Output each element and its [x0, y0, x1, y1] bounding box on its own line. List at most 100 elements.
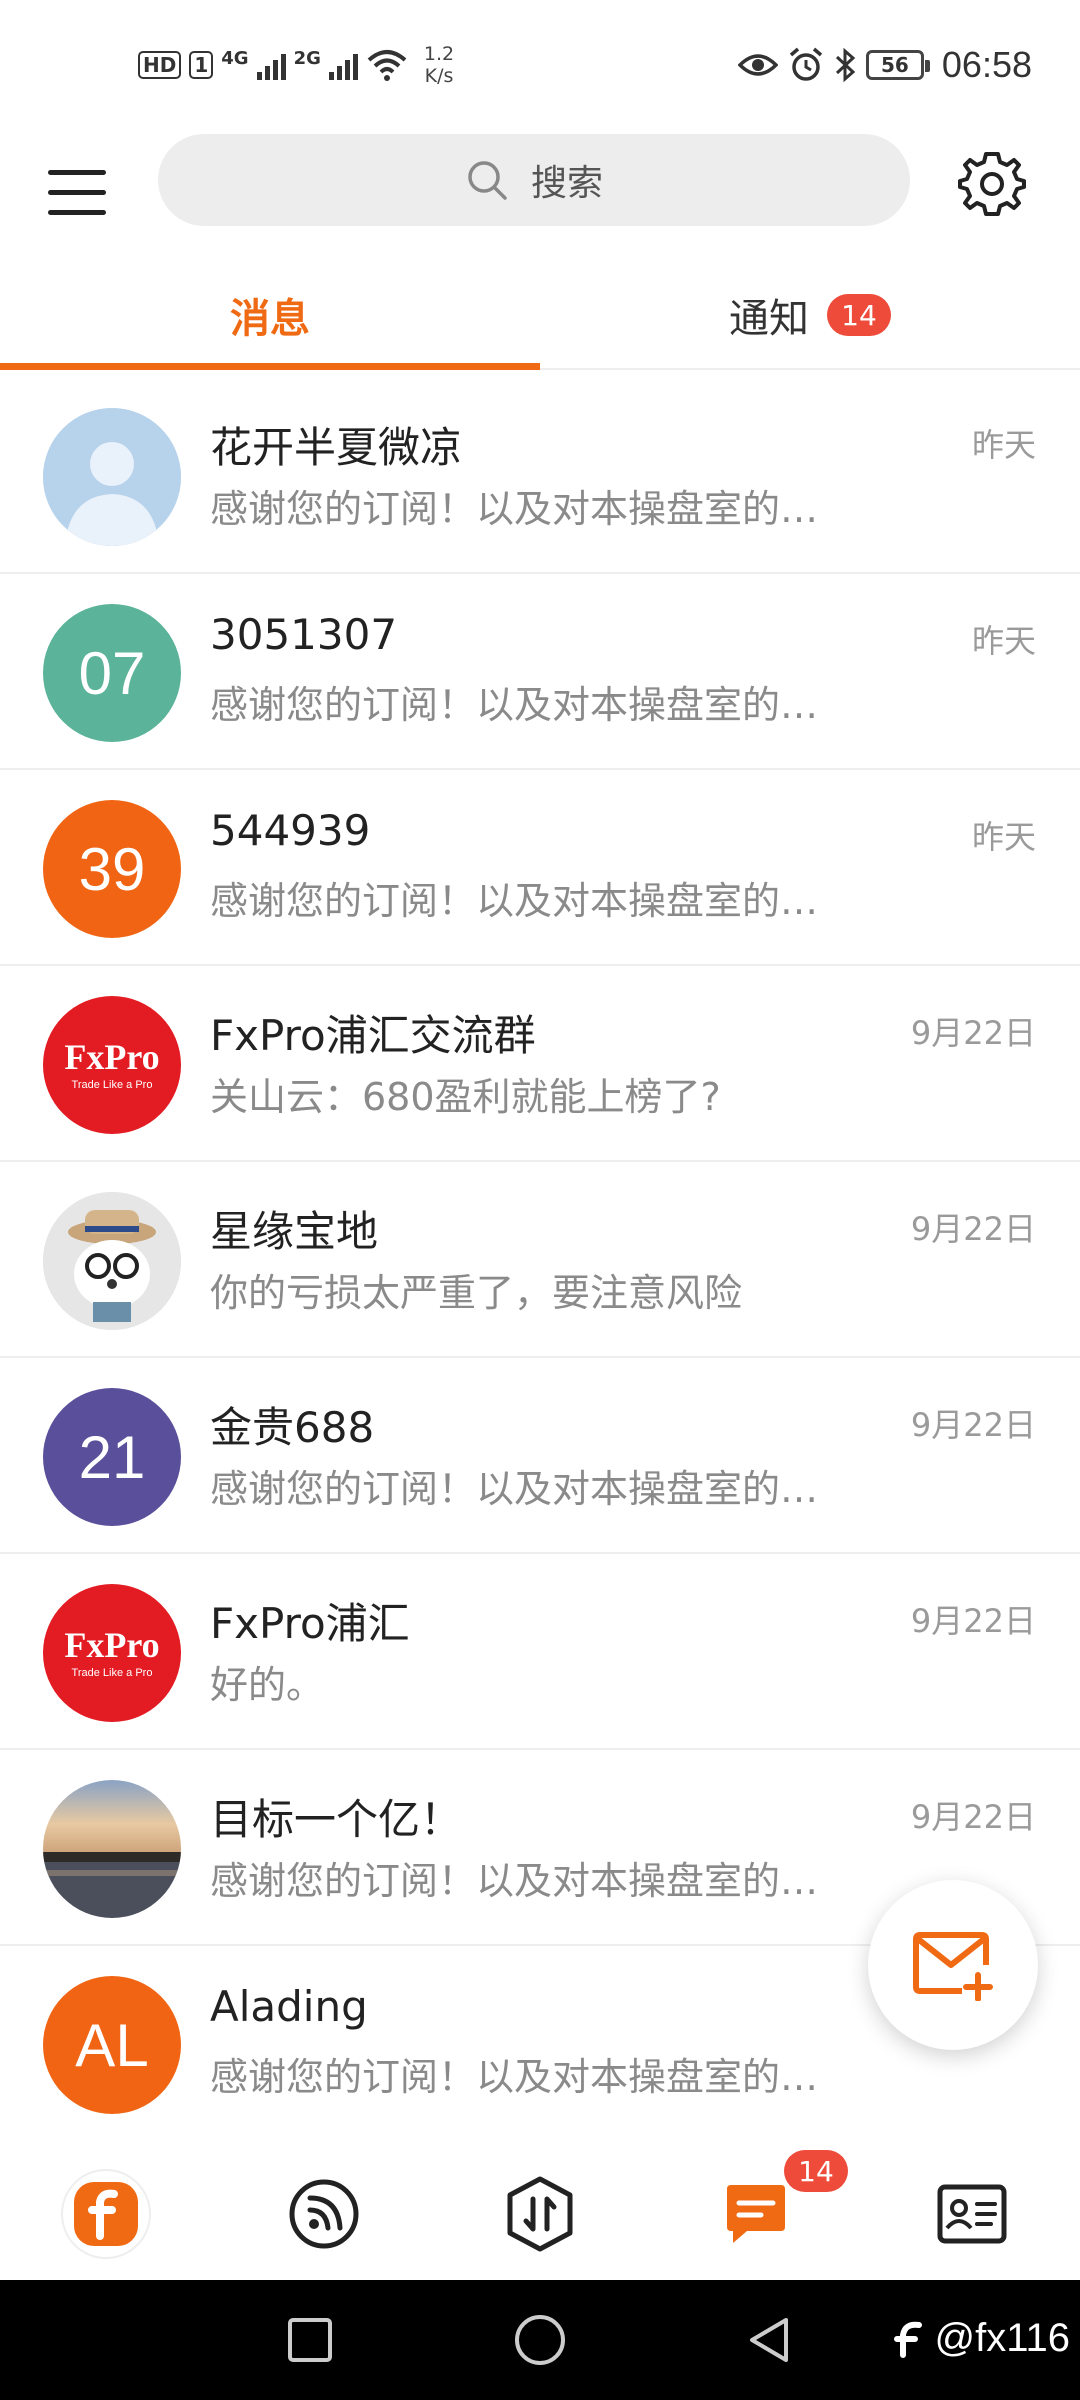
home-button[interactable] — [508, 2308, 572, 2372]
sim-indicator: 1 — [189, 51, 214, 79]
conversation-row[interactable]: 花开半夏微凉 感谢您的订阅！以及对本操盘室的支持 昨天 — [0, 378, 1080, 574]
conversation-preview: 感谢您的订阅！以及对本操盘室的支持 — [210, 879, 850, 923]
conversation-preview: 感谢您的订阅！以及对本操盘室的支持 — [210, 2055, 850, 2099]
nav-feed[interactable] — [278, 2168, 370, 2260]
home-logo-icon — [61, 2169, 151, 2259]
hd-indicator: HD — [138, 51, 182, 79]
conversation-row[interactable]: 07 3051307 感谢您的订阅！以及对本操盘室的支持 昨天 — [0, 574, 1080, 770]
conversation-time: 9月22日 — [910, 1406, 1036, 1444]
network-speed-unit: K/s — [424, 65, 454, 87]
person-icon — [43, 408, 181, 546]
nav-trade[interactable] — [494, 2168, 586, 2260]
conversation-list[interactable]: 花开半夏微凉 感谢您的订阅！以及对本操盘室的支持 昨天 07 3051307 感… — [0, 378, 1080, 2140]
tab-bar: 消息 通知 14 — [0, 262, 1080, 370]
back-button[interactable] — [738, 2308, 802, 2372]
avatar-initials: 21 — [78, 1423, 146, 1491]
circle-icon — [515, 2315, 565, 2365]
alarm-icon — [789, 47, 823, 81]
messages-badge: 14 — [784, 2150, 848, 2192]
search-icon — [468, 161, 507, 200]
conversation-preview: 感谢您的订阅！以及对本操盘室的支持 — [210, 1467, 850, 1511]
feed-icon — [289, 2179, 359, 2249]
recent-apps-button[interactable] — [278, 2308, 342, 2372]
app-header: 搜索 — [0, 130, 1080, 230]
trade-icon — [507, 2176, 573, 2252]
fx-logo-icon — [893, 2321, 922, 2358]
conversation-preview: 关山云：680盈利就能上榜了? — [210, 1075, 721, 1119]
avatar-initials: AL — [75, 2011, 149, 2079]
gear-icon — [958, 152, 1026, 216]
network-speed: 1.2 K/s — [424, 43, 454, 87]
avatar: 21 — [43, 1388, 181, 1526]
wifi-icon — [367, 50, 407, 81]
conversation-preview: 你的亏损太严重了，要注意风险 — [210, 1271, 743, 1315]
conversation-row[interactable]: 星缘宝地 你的亏损太严重了，要注意风险 9月22日 — [0, 1162, 1080, 1358]
back-triangle-icon — [750, 2318, 788, 2362]
avatar: 39 — [43, 800, 181, 938]
conversation-time: 9月22日 — [910, 1798, 1036, 1836]
sunset-avatar-image — [43, 1780, 181, 1918]
settings-button[interactable] — [958, 148, 1026, 216]
eye-icon — [737, 54, 778, 76]
fxpro-logo: FxPro Trade Like a Pro — [43, 1584, 181, 1722]
conversation-name: 花开半夏微凉 — [210, 423, 463, 472]
watermark: @fx116 — [891, 2316, 1071, 2361]
tab-notifications-label: 通知 — [729, 296, 809, 342]
conversation-preview: 感谢您的订阅！以及对本操盘室的支持 — [210, 487, 850, 531]
compose-message-button[interactable] — [868, 1880, 1038, 2050]
status-right: 56 06:58 — [737, 40, 1032, 90]
mail-add-icon — [913, 1932, 993, 2001]
conversation-row[interactable]: FxPro Trade Like a Pro FxPro浦汇 好的。 9月22日 — [0, 1554, 1080, 1750]
contact-card-icon — [937, 2184, 1007, 2244]
status-left: HD 1 4G 2G 1.2 K/s — [138, 40, 454, 90]
fxpro-logo: FxPro Trade Like a Pro — [43, 996, 181, 1134]
conversation-row[interactable]: 21 金贵688 感谢您的订阅！以及对本操盘室的支持 9月22日 — [0, 1358, 1080, 1554]
conversation-name: Alading — [210, 1982, 368, 2031]
conversation-name: FxPro浦汇 — [210, 1599, 410, 1648]
conversation-preview: 好的。 — [210, 1663, 325, 1707]
menu-button[interactable] — [44, 150, 110, 215]
battery-icon: 56 — [865, 50, 930, 80]
system-nav-bar: @fx116 — [0, 2280, 1080, 2400]
conversation-preview: 感谢您的订阅！以及对本操盘室的支持 — [210, 1859, 850, 1903]
conversation-preview: 感谢您的订阅！以及对本操盘室的支持 — [210, 683, 850, 727]
conversation-row[interactable]: FxPro Trade Like a Pro FxPro浦汇交流群 关山云：68… — [0, 966, 1080, 1162]
dog-avatar-image — [43, 1192, 181, 1330]
conversation-name: 3051307 — [210, 610, 398, 659]
tab-notifications[interactable]: 通知 14 — [540, 262, 1080, 368]
avatar: AL — [43, 1976, 181, 2114]
network-2g-label: 2G — [293, 47, 321, 69]
conversation-time: 9月22日 — [910, 1014, 1036, 1052]
nav-home[interactable] — [60, 2168, 152, 2260]
tab-messages-label: 消息 — [230, 296, 310, 342]
network-4g-label: 4G — [221, 47, 249, 69]
conversation-name: 星缘宝地 — [210, 1207, 379, 1256]
conversation-row[interactable]: 39 544939 感谢您的订阅！以及对本操盘室的支持 昨天 — [0, 770, 1080, 966]
conversation-name: 金贵688 — [210, 1403, 375, 1452]
conversation-time: 昨天 — [971, 622, 1036, 660]
nav-contacts[interactable] — [926, 2168, 1018, 2260]
signal-icon — [328, 50, 358, 80]
default-avatar — [43, 408, 181, 546]
avatar: 07 — [43, 604, 181, 742]
conversation-name: FxPro浦汇交流群 — [210, 1011, 536, 1060]
search-bar[interactable]: 搜索 — [158, 134, 910, 226]
search-placeholder: 搜索 — [530, 163, 603, 204]
conversation-time: 昨天 — [971, 426, 1036, 464]
notifications-badge: 14 — [827, 294, 891, 336]
dog-photo-avatar — [43, 1192, 181, 1330]
conversation-time: 昨天 — [971, 818, 1036, 856]
avatar-initials: 39 — [78, 835, 146, 903]
clock: 06:58 — [941, 44, 1032, 85]
conversation-name: 目标一个亿！ — [210, 1795, 463, 1844]
square-icon — [288, 2318, 332, 2362]
messages-icon — [727, 2185, 785, 2243]
conversation-time: 9月22日 — [910, 1602, 1036, 1640]
tab-messages[interactable]: 消息 — [0, 262, 540, 370]
watermark-text: @fx116 — [934, 2316, 1071, 2360]
conversation-name: 544939 — [210, 806, 371, 855]
signal-icon — [256, 50, 286, 80]
sunset-photo-avatar — [43, 1780, 181, 1918]
nav-messages[interactable]: 14 — [710, 2150, 848, 2260]
avatar-initials: 07 — [78, 639, 146, 707]
